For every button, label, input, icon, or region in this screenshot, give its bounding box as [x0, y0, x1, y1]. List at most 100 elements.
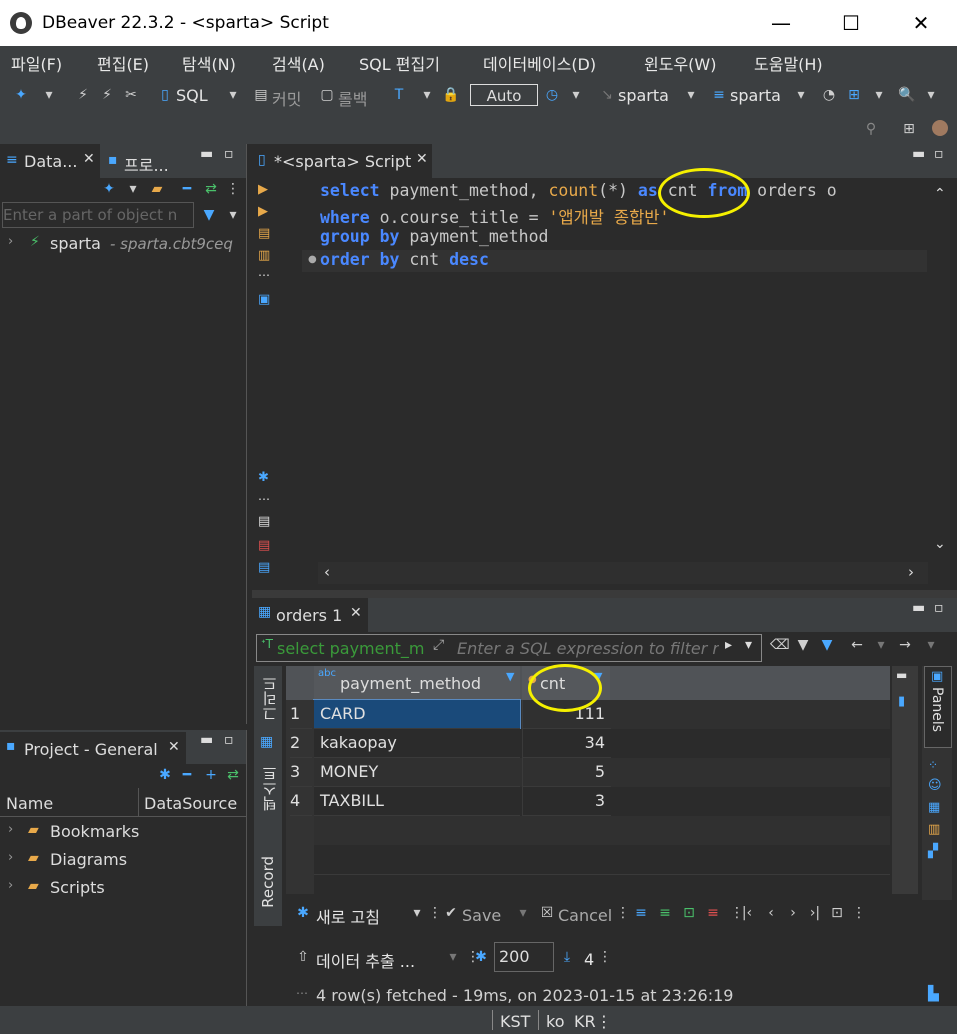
tab-orders-1[interactable]: ▦ orders 1 ✕: [252, 598, 368, 632]
invalidate-icon[interactable]: ✂: [122, 86, 140, 104]
cell-payment-method[interactable]: CARD: [313, 699, 521, 730]
row-number[interactable]: 2: [290, 729, 312, 758]
cell-payment-method[interactable]: kakaopay: [314, 729, 520, 758]
tab-text[interactable]: 텍스트: [259, 766, 280, 811]
link-editor-icon[interactable]: ⇄: [224, 766, 242, 784]
delete-row-icon[interactable]: ≡: [704, 904, 722, 922]
lock-icon[interactable]: 🔒: [442, 86, 460, 104]
properties-icon[interactable]: ⁘: [928, 758, 938, 772]
chevron-down-icon[interactable]: ▾: [682, 86, 700, 104]
row-number[interactable]: 1: [290, 700, 312, 729]
chevron-right-icon[interactable]: ›: [8, 878, 13, 893]
tab-database-navigator[interactable]: ≡ Data... ✕: [0, 144, 100, 178]
column-header-payment-method[interactable]: abc payment_method ▼: [314, 666, 520, 700]
object-filter-input[interactable]: Enter a part of object n: [2, 202, 194, 228]
more-icon[interactable]: ⋮: [596, 948, 614, 966]
add-icon[interactable]: +: [202, 766, 220, 784]
row-number[interactable]: 4: [290, 787, 312, 816]
settings-icon[interactable]: ✱: [472, 948, 490, 966]
add-row-icon[interactable]: ≡: [656, 904, 674, 922]
maximize-icon[interactable]: ▫: [934, 600, 944, 616]
chevron-down-icon[interactable]: ▾: [124, 180, 142, 198]
close-icon[interactable]: ✕: [83, 151, 95, 167]
scroll-right-icon[interactable]: ›: [908, 563, 914, 581]
chevron-right-icon[interactable]: ›: [8, 850, 13, 865]
connect-icon[interactable]: ⚡: [74, 86, 92, 104]
chevron-down-icon[interactable]: ▾: [792, 86, 810, 104]
layout-icon[interactable]: ▞: [928, 844, 938, 859]
chevron-down-icon[interactable]: ▾: [514, 904, 532, 922]
save-button[interactable]: Save: [462, 906, 501, 925]
search-icon[interactable]: 🔍: [898, 86, 916, 104]
transaction-mode-icon[interactable]: T: [390, 86, 408, 104]
export-data-button[interactable]: 데이터 추출 ...: [316, 948, 415, 972]
rollback-icon[interactable]: ▢: [318, 86, 336, 104]
code-line[interactable]: group by payment_method: [320, 227, 548, 246]
er-diagram-icon[interactable]: ⊞: [845, 86, 863, 104]
maximize-button[interactable]: ☐: [828, 0, 874, 46]
horizontal-scrollbar[interactable]: ‹ ›: [318, 562, 928, 584]
maximize-icon[interactable]: ▫: [934, 146, 944, 162]
cell-payment-method[interactable]: MONEY: [314, 758, 520, 787]
filter-settings-icon[interactable]: ▼: [794, 636, 812, 654]
tab-projects[interactable]: ▪ 프로...: [104, 144, 194, 178]
commit-button[interactable]: 커밋: [272, 86, 301, 110]
chevron-down-icon[interactable]: ▾: [408, 904, 426, 922]
chevron-down-icon[interactable]: ▾: [444, 948, 462, 966]
copy-row-icon[interactable]: ⊡: [680, 904, 698, 922]
vertical-scrollbar[interactable]: ⌃ ⌄: [930, 182, 952, 560]
book-icon[interactable]: ▮: [898, 694, 905, 709]
code-line[interactable]: order by cnt desc: [320, 250, 489, 269]
sort-icon[interactable]: ▼: [506, 670, 514, 683]
rollback-button[interactable]: 롤백: [338, 86, 367, 110]
settings-icon[interactable]: ✱: [156, 766, 174, 784]
cell-cnt[interactable]: 3: [522, 787, 611, 816]
filter-icon[interactable]: ▼: [818, 636, 836, 654]
first-page-icon[interactable]: |‹: [738, 904, 756, 922]
chevron-down-icon[interactable]: ▾: [224, 206, 242, 224]
back-icon[interactable]: ←: [848, 636, 866, 654]
dashboard-icon[interactable]: ◔: [820, 86, 838, 104]
collapse-all-icon[interactable]: ━: [178, 180, 196, 198]
edit-row-icon[interactable]: ≡: [632, 904, 650, 922]
panel-toggle-icon[interactable]: ▙: [928, 986, 939, 1002]
tab-grid[interactable]: 그리드: [259, 676, 280, 721]
chevron-down-icon[interactable]: ▾: [418, 86, 436, 104]
explain-plan-icon[interactable]: ▥: [258, 248, 270, 263]
commit-icon[interactable]: ▤: [252, 86, 270, 104]
minimize-button[interactable]: —: [758, 0, 804, 46]
metadata-icon[interactable]: ▦: [928, 800, 940, 815]
save-script-icon[interactable]: ▤: [258, 514, 270, 529]
new-connection-icon[interactable]: ✦: [12, 86, 30, 104]
close-icon[interactable]: ✕: [168, 739, 180, 755]
apply-filter-icon[interactable]: ▸: [725, 637, 732, 653]
new-connection-icon[interactable]: ✦: [100, 180, 118, 198]
export-script-icon[interactable]: ▤: [258, 538, 270, 553]
project-item-diagrams[interactable]: › ▰ Diagrams: [8, 850, 238, 876]
forward-icon[interactable]: →: [896, 636, 914, 654]
last-page-icon[interactable]: ›|: [806, 904, 824, 922]
menu-file[interactable]: 파일(F): [11, 51, 62, 75]
chevron-down-icon[interactable]: ▾: [224, 86, 242, 104]
calculator-icon[interactable]: ☺: [928, 778, 942, 793]
close-icon[interactable]: ✕: [350, 605, 362, 621]
code-line[interactable]: select payment_method, count(*) as cnt f…: [320, 181, 837, 200]
scroll-up-icon[interactable]: ⌃: [934, 186, 946, 202]
cell-cnt[interactable]: 5: [522, 758, 611, 787]
export-icon[interactable]: ⇧: [294, 948, 312, 966]
minimize-icon[interactable]: ▬: [912, 146, 925, 162]
avatar[interactable]: [932, 120, 948, 136]
sql-editor-icon[interactable]: ▯: [156, 86, 174, 104]
execute-statement-icon[interactable]: ▶: [258, 182, 268, 197]
settings-icon[interactable]: ✱: [258, 470, 269, 485]
row-number[interactable]: 3: [290, 758, 312, 787]
row-count-icon[interactable]: ⤓: [558, 948, 576, 966]
fetch-size-input[interactable]: 200: [494, 942, 554, 972]
result-filter-bar[interactable]: ᐩT select payment_m ⤢ Enter a SQL expres…: [256, 634, 762, 662]
cell-cnt[interactable]: 34: [522, 729, 611, 758]
column-header-name[interactable]: Name: [6, 794, 53, 813]
cancel-button[interactable]: Cancel: [558, 906, 612, 925]
more-icon[interactable]: ⋮: [850, 904, 868, 922]
active-schema-selector[interactable]: sparta: [730, 86, 781, 105]
expand-icon[interactable]: ⤢: [433, 637, 444, 653]
